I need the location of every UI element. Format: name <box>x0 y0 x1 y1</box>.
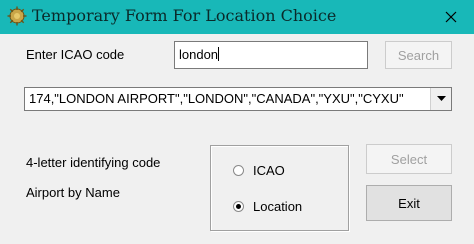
window-title: Temporary Form For Location Choice <box>32 6 337 25</box>
select-button[interactable]: Select <box>366 144 452 174</box>
radio-icao-circle <box>233 165 244 176</box>
dropdown-arrow-button[interactable] <box>430 88 451 110</box>
icao-description-label: 4-letter identifying code <box>26 155 161 170</box>
name-description-label: Airport by Name <box>26 185 120 200</box>
icao-code-input-value: london <box>179 47 219 62</box>
radio-icao-label: ICAO <box>253 163 285 178</box>
chevron-down-icon <box>436 96 446 101</box>
radio-location[interactable]: Location <box>233 199 302 214</box>
title-bar[interactable]: Temporary Form For Location Choice <box>0 0 474 34</box>
radio-location-circle <box>233 201 244 212</box>
text-caret <box>218 47 220 61</box>
close-button[interactable] <box>428 0 474 34</box>
search-mode-group: ICAO Location <box>210 145 349 231</box>
airport-results-dropdown[interactable]: 174,"LONDON AIRPORT","LONDON","CANADA","… <box>24 87 452 111</box>
close-icon <box>445 8 457 27</box>
search-button[interactable]: Search <box>385 41 452 69</box>
radio-location-label: Location <box>253 199 303 214</box>
dialog-window: Temporary Form For Location Choice Enter… <box>0 0 474 244</box>
app-icon <box>7 6 27 26</box>
icao-code-input[interactable]: london <box>174 41 368 69</box>
radio-icao[interactable]: ICAO <box>233 163 285 178</box>
exit-button[interactable]: Exit <box>366 185 452 221</box>
dropdown-selected-value: 174,"LONDON AIRPORT","LONDON","CANADA","… <box>29 91 404 106</box>
dialog-content: Enter ICAO code london Search 174,"LONDO… <box>0 34 474 244</box>
icao-code-label: Enter ICAO code <box>26 47 125 62</box>
